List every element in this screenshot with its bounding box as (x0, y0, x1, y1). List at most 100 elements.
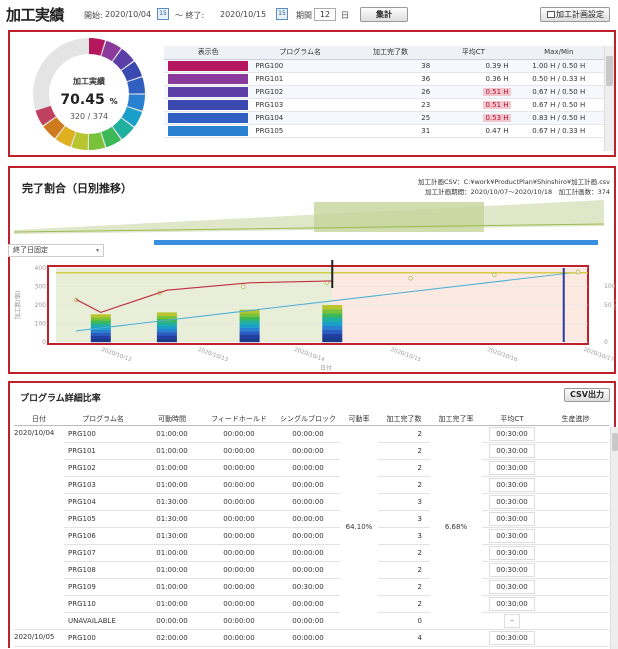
bar-segment[interactable] (90, 317, 111, 321)
col-header[interactable]: 平均CT (433, 46, 514, 60)
table-row[interactable]: PRG106 01:30:00 00:00:00 00:00:00 3 00:30:00 (14, 527, 609, 545)
bar-segment[interactable] (322, 321, 343, 326)
bar-segment[interactable] (90, 329, 111, 333)
date-mode-dropdown[interactable]: 終了日固定 ▾ (8, 244, 104, 257)
bar-segment[interactable] (239, 316, 260, 321)
col-header[interactable]: 加工完了数 (347, 46, 434, 60)
bar-segment[interactable] (90, 335, 111, 340)
table-row[interactable]: PRG103 23 0.51 H 0.67 H / 0.50 H (164, 98, 604, 112)
trend-title: 完了割合（日別推移） (22, 182, 132, 195)
bar-segment[interactable] (322, 313, 343, 318)
completed-count: 2 (417, 429, 422, 438)
uptime: 02:00:00 (142, 629, 202, 647)
bar-segment[interactable] (239, 331, 260, 336)
program-name: PRG102 (64, 459, 142, 477)
table-row[interactable]: UNAVAILABLE 00:00:00 00:00:00 00:00:00 0- (14, 612, 609, 630)
plan-csv-info: 加工計画CSV：C:¥work¥ProductPlan¥Shinshiro¥加工… (418, 178, 610, 186)
bar-segment[interactable] (239, 338, 260, 343)
bar-segment[interactable] (156, 322, 177, 326)
percent-point[interactable] (575, 269, 581, 275)
col-header[interactable]: Max/Min (513, 46, 604, 60)
bar-segment[interactable] (322, 333, 343, 339)
table-row[interactable]: PRG103 01:00:00 00:00:00 00:00:00 2 00:30:00 (14, 476, 609, 494)
table-row[interactable]: PRG101 01:00:00 00:00:00 00:00:00 2 00:30:00 (14, 442, 609, 460)
col-header[interactable]: 可動率 (340, 413, 378, 426)
col-header[interactable]: 表示色 (164, 46, 253, 60)
bar-segment[interactable] (90, 332, 111, 337)
percent-point[interactable] (408, 276, 413, 281)
aggregate-button[interactable]: 集計 (360, 7, 408, 22)
avg-ct: 00:30:00 (489, 426, 535, 441)
table-row[interactable]: PRG108 01:00:00 00:00:00 00:00:00 2 00:30:00 (14, 561, 609, 579)
col-header[interactable]: シングルブロック (276, 413, 340, 426)
summary-scrollbar[interactable] (604, 46, 614, 151)
start-label: 開始: (84, 11, 103, 20)
period-input[interactable]: 12 (314, 8, 336, 21)
bar-segment[interactable] (156, 332, 177, 336)
max-min: 0.67 H / 0.33 H (513, 124, 604, 138)
bar-segment[interactable] (322, 317, 343, 322)
col-header[interactable]: 可動時間 (142, 413, 202, 426)
detail-scrollbar[interactable] (610, 427, 618, 649)
color-swatch (168, 112, 248, 123)
overview-chart[interactable] (14, 198, 614, 248)
table-row[interactable]: 2020/10/04 PRG100 01:00:00 00:00:00 00:00:00… (14, 425, 609, 630)
table-row[interactable]: PRG110 01:00:00 00:00:00 00:00:00 2 00:30:00 (14, 595, 609, 613)
bar-segment[interactable] (90, 338, 111, 343)
bar-segment[interactable] (322, 329, 343, 334)
bar-segment[interactable] (90, 314, 111, 318)
bar-segment[interactable] (322, 325, 343, 330)
overview-range-bar[interactable] (154, 240, 598, 245)
bar-segment[interactable] (322, 337, 343, 343)
bar-segment[interactable] (239, 320, 260, 325)
completion-trend-chart[interactable]: 400 300 200 100 0 100 50 0 加工数(個) (%) 日付 2020/10/12… (8, 260, 616, 372)
table-row[interactable]: PRG105 31 0.47 H 0.67 H / 0.33 H (164, 124, 604, 138)
scrollbar-thumb[interactable] (612, 433, 618, 451)
program-name: PRG100 (252, 59, 348, 73)
col-header[interactable]: プログラム名 (252, 46, 348, 60)
bar-segment[interactable] (239, 324, 260, 328)
bar-segment[interactable] (156, 338, 177, 343)
uptime: 01:00:00 (142, 561, 202, 579)
bar-segment[interactable] (156, 312, 177, 316)
table-row[interactable]: PRG102 26 0.51 H 0.67 H / 0.50 H (164, 85, 604, 99)
col-header[interactable]: フィードホールド (202, 413, 276, 426)
bar-segment[interactable] (156, 315, 177, 320)
table-row[interactable]: PRG107 01:00:00 00:00:00 00:00:00 2 00:30:00 (14, 544, 609, 562)
table-row[interactable]: PRG104 01:30:00 00:00:00 00:00:00 3 00:30:00 (14, 493, 609, 511)
col-header[interactable]: 加工完了率 (430, 413, 482, 426)
start-date-value[interactable]: 2020/10/04 (105, 10, 151, 19)
bar-segment[interactable] (156, 325, 177, 330)
table-row[interactable]: PRG102 01:00:00 00:00:00 00:00:00 2 00:30:00 (14, 459, 609, 477)
percent-point[interactable] (492, 272, 497, 277)
bar-segment[interactable] (90, 320, 111, 324)
end-date-value[interactable]: 2020/10/15 (220, 10, 266, 19)
csv-export-button[interactable]: CSV出力 (564, 388, 610, 402)
table-row[interactable]: PRG105 01:30:00 00:00:00 00:00:00 3 00:30:00 (14, 510, 609, 528)
bar-segment[interactable] (156, 335, 177, 339)
bar-segment[interactable] (322, 305, 343, 310)
bar-segment[interactable] (90, 323, 111, 327)
col-header[interactable]: 平均CT (482, 413, 542, 426)
col-header[interactable]: 生産進捗 (542, 413, 609, 426)
table-row[interactable]: PRG109 01:00:00 00:00:00 00:30:00 2 00:30:00 (14, 578, 609, 596)
bar-segment[interactable] (322, 309, 343, 314)
col-header[interactable]: 加工完了数 (378, 413, 430, 426)
bar-segment[interactable] (239, 327, 260, 332)
table-row[interactable]: PRG100 38 0.39 H 1.00 H / 0.50 H (164, 59, 604, 73)
col-header[interactable]: 日付 (14, 413, 64, 426)
table-row[interactable]: 2020/10/05 PRG100 02:00:00 00:00:00 00:00:00… (14, 629, 609, 647)
table-row[interactable]: PRG101 36 0.36 H 0.50 H / 0.33 H (164, 72, 604, 86)
bar-segment[interactable] (239, 334, 260, 339)
bar-segment[interactable] (156, 328, 177, 333)
plan-settings-button[interactable]: 加工計画設定 (540, 7, 610, 22)
bar-segment[interactable] (239, 313, 260, 318)
y2-axis-label: (%) (612, 300, 616, 310)
calendar-icon[interactable]: 15 (157, 8, 169, 20)
table-row[interactable]: PRG104 25 0.53 H 0.83 H / 0.50 H (164, 111, 604, 125)
percent-point[interactable] (241, 284, 246, 289)
calendar-icon (547, 11, 555, 18)
calendar-icon[interactable]: 15 (276, 8, 288, 20)
scrollbar-thumb[interactable] (606, 56, 613, 86)
col-header[interactable]: プログラム名 (64, 413, 142, 426)
